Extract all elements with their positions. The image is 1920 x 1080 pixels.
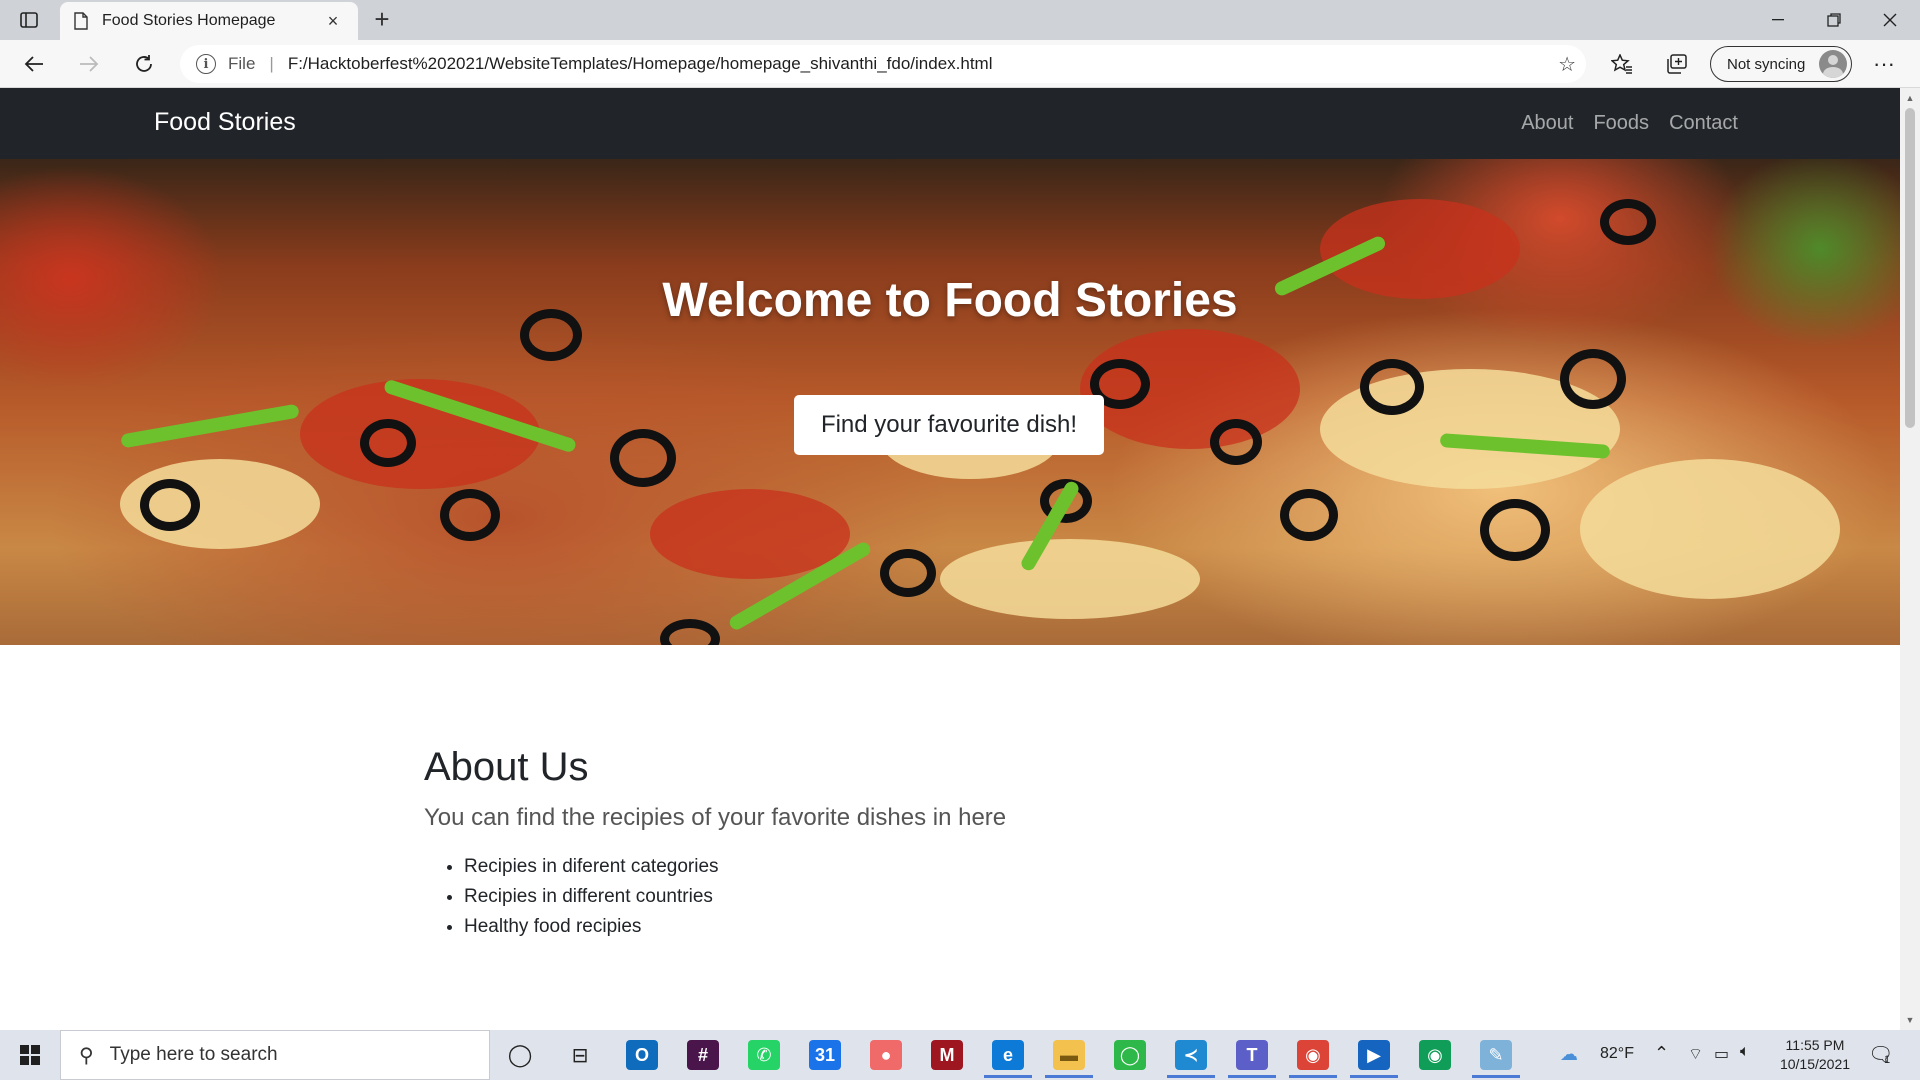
- minimize-icon: [1772, 19, 1784, 21]
- taskbar-search[interactable]: ⚲ Type here to search: [60, 1030, 490, 1080]
- close-window-button[interactable]: [1862, 0, 1918, 40]
- collections-icon: [1667, 54, 1687, 74]
- site-info-icon[interactable]: i: [196, 54, 216, 74]
- asana-icon[interactable]: ●: [870, 1040, 902, 1070]
- settings-more-button[interactable]: ···: [1866, 48, 1902, 80]
- volume-icon[interactable]: 🔈︎: [1740, 1043, 1750, 1061]
- tray-chevron-up-icon[interactable]: ⌃: [1654, 1043, 1669, 1064]
- refresh-icon: [136, 55, 152, 72]
- back-button[interactable]: [16, 48, 52, 80]
- tab-actions-button[interactable]: [16, 8, 42, 32]
- find-dish-button[interactable]: Find your favourite dish!: [794, 395, 1104, 455]
- hero-banner: Welcome to Food Stories Find your favour…: [0, 159, 1900, 645]
- list-item: Recipies in different countries: [464, 882, 1006, 912]
- tab-title: Food Stories Homepage: [102, 12, 276, 29]
- profile-sync-button[interactable]: Not syncing: [1710, 46, 1852, 82]
- about-heading: About Us: [424, 745, 589, 789]
- taskbar-clock[interactable]: 11:55 PM 10/15/2021: [1770, 1036, 1860, 1074]
- task-view-icon[interactable]: ⊟: [564, 1040, 596, 1070]
- page-viewport: Food Stories About Foods Contact Welcome…: [0, 88, 1900, 1030]
- avatar: [1819, 50, 1847, 78]
- browser-tabstrip: Food Stories Homepage × +: [0, 0, 1920, 40]
- favorites-icon: [1611, 54, 1632, 74]
- forward-arrow-icon: [80, 56, 99, 72]
- chrome-icon[interactable]: ◉: [1289, 1040, 1337, 1078]
- tab-actions-icon: [20, 12, 38, 28]
- nav-link-about[interactable]: About: [1521, 112, 1573, 135]
- address-scheme: File: [228, 54, 256, 73]
- weather-temperature[interactable]: 82°F: [1600, 1045, 1634, 1063]
- tab-close-icon[interactable]: ×: [322, 11, 344, 32]
- edge-icon[interactable]: e: [984, 1040, 1032, 1078]
- browser-tab-active[interactable]: Food Stories Homepage ×: [60, 2, 358, 40]
- list-item: Healthy food recipies: [464, 912, 1006, 942]
- collections-button[interactable]: [1658, 48, 1694, 80]
- outlook-icon[interactable]: O: [626, 1040, 658, 1070]
- refresh-button[interactable]: [126, 48, 162, 80]
- about-section: About Us You can find the recipies of yo…: [424, 745, 1006, 942]
- add-favorite-icon[interactable]: ☆: [1558, 52, 1576, 77]
- battery-icon[interactable]: ▭: [1714, 1044, 1729, 1064]
- profile-sync-label: Not syncing: [1727, 55, 1806, 73]
- cortana-icon[interactable]: ◯: [504, 1040, 536, 1070]
- taskbar-search-placeholder: Type here to search: [109, 1044, 278, 1065]
- site-nav-links: About Foods Contact: [1521, 112, 1738, 135]
- close-icon: [1883, 13, 1897, 27]
- teams-icon[interactable]: T: [1228, 1040, 1276, 1078]
- page-scrollbar[interactable]: ▲ ▼: [1900, 88, 1920, 1030]
- scroll-down-icon[interactable]: ▼: [1900, 1012, 1920, 1028]
- address-url[interactable]: F:/Hacktoberfest%202021/WebsiteTemplates…: [288, 54, 993, 74]
- slack-icon[interactable]: #: [687, 1040, 719, 1070]
- media-player-icon[interactable]: ▶: [1350, 1040, 1398, 1078]
- new-tab-button[interactable]: +: [368, 6, 396, 34]
- address-separator: |: [269, 54, 274, 73]
- search-icon: ⚲: [79, 1044, 94, 1067]
- forward-button[interactable]: [71, 48, 107, 80]
- scrollbar-thumb[interactable]: [1905, 108, 1915, 428]
- start-button[interactable]: [10, 1040, 50, 1070]
- mendeley-icon[interactable]: M: [931, 1040, 963, 1070]
- site-brand[interactable]: Food Stories: [154, 108, 296, 137]
- windows-logo-icon: [20, 1045, 29, 1054]
- wifi-icon[interactable]: ⌔: [1688, 1044, 1703, 1064]
- file-explorer-icon[interactable]: ▬: [1045, 1040, 1093, 1078]
- notification-count: 1: [1884, 1054, 1891, 1066]
- restore-icon: [1827, 13, 1841, 27]
- nav-link-foods[interactable]: Foods: [1593, 112, 1649, 135]
- windows-taskbar: ⚲ Type here to search ◯ ⊟ O # ✆ 31 ● Me ▬ ◯ ≺ T ◉ ▶…: [0, 1030, 1920, 1080]
- clock-date: 10/15/2021: [1779, 1056, 1851, 1072]
- page-icon: [74, 12, 88, 30]
- about-lead: You can find the recipies of your favori…: [424, 804, 1007, 831]
- scroll-up-icon[interactable]: ▲: [1900, 90, 1920, 106]
- weather-icon[interactable]: ☁: [1560, 1044, 1578, 1065]
- hero-title: Welcome to Food Stories: [662, 274, 1238, 327]
- nav-link-contact[interactable]: Contact: [1669, 112, 1738, 135]
- favorites-button[interactable]: [1604, 48, 1640, 80]
- sync-app-icon[interactable]: ◯: [1114, 1040, 1146, 1070]
- restore-button[interactable]: [1806, 0, 1862, 40]
- notepad-icon[interactable]: ✎: [1472, 1040, 1520, 1078]
- minimize-button[interactable]: [1750, 0, 1806, 40]
- address-bar[interactable]: i File | F:/Hacktoberfest%202021/Website…: [180, 45, 1586, 83]
- site-navbar: Food Stories About Foods Contact: [0, 88, 1900, 159]
- list-item: Recipies in diferent categories: [464, 852, 1006, 882]
- vscode-icon[interactable]: ≺: [1167, 1040, 1215, 1078]
- chrome-profile-icon[interactable]: ◉: [1419, 1040, 1451, 1070]
- clock-time: 11:55 PM: [1785, 1037, 1845, 1053]
- calendar-icon[interactable]: 31: [809, 1040, 841, 1070]
- about-feature-list: Recipies in diferent categories Recipies…: [424, 852, 1006, 942]
- browser-toolbar: i File | F:/Hacktoberfest%202021/Website…: [0, 40, 1920, 88]
- whatsapp-icon[interactable]: ✆: [748, 1040, 780, 1070]
- back-arrow-icon: [24, 56, 43, 72]
